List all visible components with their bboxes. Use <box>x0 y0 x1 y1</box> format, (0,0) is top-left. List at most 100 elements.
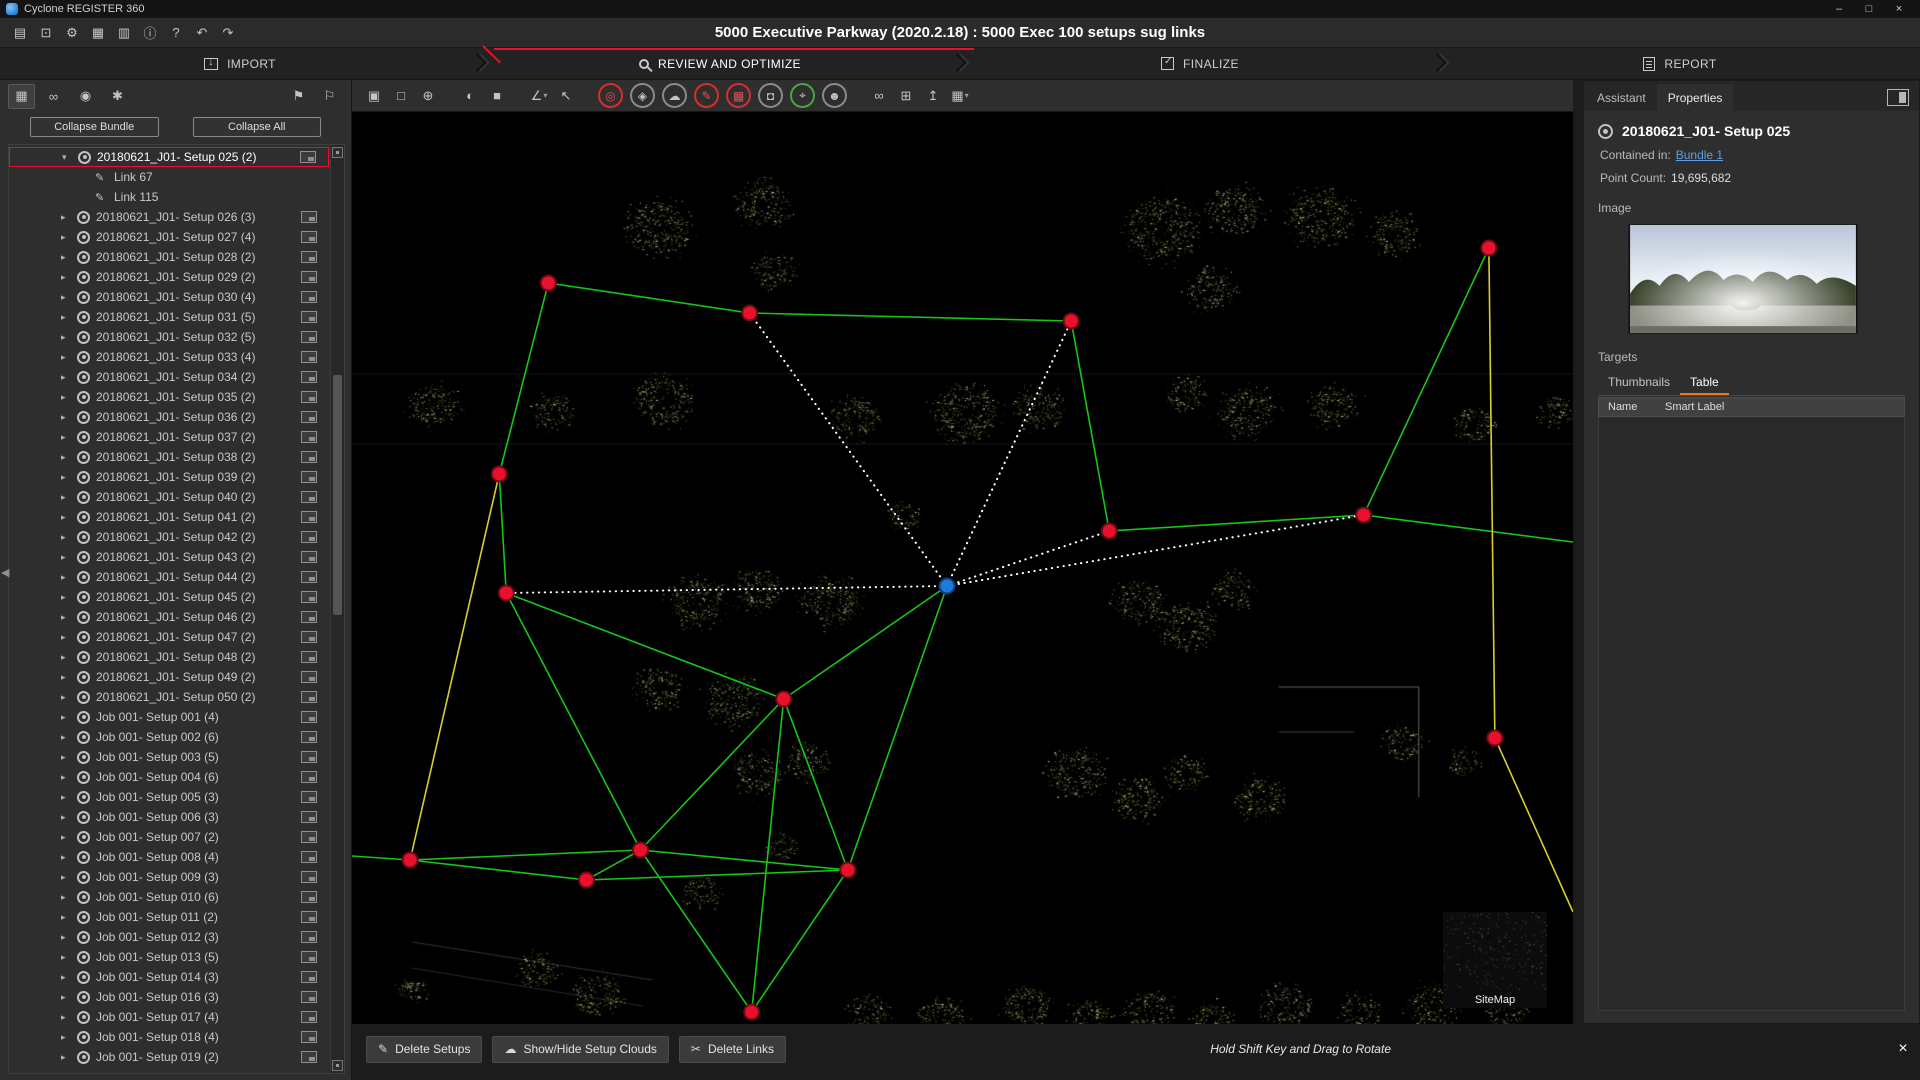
tree-row[interactable]: ▸Job 001- Setup 001 (4) <box>9 707 329 727</box>
registered-link-line[interactable] <box>1364 248 1489 515</box>
setup-thumbnail-icon[interactable] <box>301 511 317 523</box>
tree-row[interactable]: ▸Job 001- Setup 005 (3) <box>9 787 329 807</box>
tree-row[interactable]: ▸Job 001- Setup 007 (2) <box>9 827 329 847</box>
tree-row[interactable]: ▸Job 001- Setup 014 (3) <box>9 967 329 987</box>
tree-row[interactable]: ▸20180621_J01- Setup 039 (2) <box>9 467 329 487</box>
print-report-icon[interactable]: ▥ <box>112 21 136 45</box>
tree-expander-icon[interactable]: ▸ <box>61 912 75 923</box>
settings-gear-icon[interactable]: ⚙ <box>60 21 84 45</box>
setup-thumbnail-icon[interactable] <box>301 411 317 423</box>
tree-row[interactable]: ▸20180621_J01- Setup 047 (2) <box>9 627 329 647</box>
registered-link-line[interactable] <box>1071 321 1109 531</box>
setup-node[interactable] <box>1481 241 1496 256</box>
setup-thumbnail-icon[interactable] <box>301 831 317 843</box>
tree-expander-icon[interactable]: ▸ <box>61 712 75 723</box>
tree-expander-icon[interactable]: ▸ <box>61 512 75 523</box>
flag-on-icon[interactable]: ⚑ <box>285 84 312 109</box>
tree-scrollbar[interactable] <box>330 145 344 1073</box>
copy-view-icon[interactable]: ▣ <box>362 84 386 108</box>
collapse-bundle-button[interactable]: Collapse Bundle <box>30 117 159 137</box>
scrollbar-thumb[interactable] <box>333 375 342 615</box>
tree-row[interactable]: ▸20180621_J01- Setup 027 (4) <box>9 227 329 247</box>
info-icon[interactable]: ⓘ <box>138 21 162 45</box>
new-project-icon[interactable]: ▤ <box>8 21 32 45</box>
registered-link-line[interactable] <box>640 699 783 850</box>
tree-expander-icon[interactable]: ▸ <box>61 952 75 963</box>
setup-thumbnail-icon[interactable] <box>301 471 317 483</box>
setup-node[interactable] <box>1356 508 1371 523</box>
tree-row[interactable]: ▸Job 001- Setup 003 (5) <box>9 747 329 767</box>
tree-expander-icon[interactable]: ▸ <box>61 632 75 643</box>
tree-expander-icon[interactable]: ▸ <box>61 932 75 943</box>
setup-thumbnail-icon[interactable] <box>301 811 317 823</box>
setup-node[interactable] <box>1487 731 1502 746</box>
selected-setup-node[interactable] <box>939 579 954 594</box>
tree-row[interactable]: ▸20180621_J01- Setup 032 (5) <box>9 327 329 347</box>
tree-expander-icon[interactable]: ▸ <box>61 272 75 283</box>
sites-tab[interactable]: ◉ <box>72 84 99 109</box>
tree-row[interactable]: ▸20180621_J01- Setup 048 (2) <box>9 647 329 667</box>
tree-row[interactable]: ▸Job 001- Setup 018 (4) <box>9 1027 329 1047</box>
flag-off-icon[interactable]: ⚐ <box>316 84 343 109</box>
setup-thumbnail-icon[interactable] <box>301 331 317 343</box>
tree-expander-icon[interactable]: ▸ <box>61 972 75 983</box>
tree-expander-icon[interactable]: ▸ <box>61 792 75 803</box>
tree-row[interactable]: ▸Job 001- Setup 012 (3) <box>9 927 329 947</box>
tree-expander-icon[interactable]: ▸ <box>61 1012 75 1023</box>
setup-thumbnail-icon[interactable] <box>301 731 317 743</box>
tree-expander-icon[interactable]: ▸ <box>61 372 75 383</box>
tree-row[interactable]: ▸Job 001- Setup 002 (6) <box>9 727 329 747</box>
setup-thumbnail-icon[interactable] <box>301 211 317 223</box>
tree-row[interactable]: ▸20180621_J01- Setup 044 (2) <box>9 567 329 587</box>
tree-expander-icon[interactable]: ▸ <box>61 332 75 343</box>
setup-panorama-image[interactable] <box>1628 224 1858 334</box>
setup-thumbnail-icon[interactable] <box>301 1011 317 1023</box>
fill-display-icon[interactable]: ■ <box>485 84 509 108</box>
tree-row[interactable]: ▸Job 001- Setup 010 (6) <box>9 887 329 907</box>
tree-expander-icon[interactable]: ▸ <box>61 672 75 683</box>
setup-thumbnail-icon[interactable] <box>301 651 317 663</box>
tree-row[interactable]: ▸20180621_J01- Setup 046 (2) <box>9 607 329 627</box>
tree-row[interactable]: ▾20180621_J01- Setup 025 (2) <box>9 147 329 167</box>
tree-expander-icon[interactable]: ▸ <box>61 612 75 623</box>
tree-expander-icon[interactable]: ▸ <box>61 1052 75 1063</box>
tree-expander-icon[interactable]: ▸ <box>61 892 75 903</box>
tree-expander-icon[interactable]: ▸ <box>61 412 75 423</box>
setup-node[interactable] <box>403 853 418 868</box>
registered-link-line[interactable] <box>784 699 848 870</box>
registered-link-line[interactable] <box>499 474 506 593</box>
show-hide-setup-clouds-button[interactable]: ☁Show/Hide Setup Clouds <box>492 1036 668 1063</box>
tree-row[interactable]: ▸20180621_J01- Setup 035 (2) <box>9 387 329 407</box>
registered-link-line[interactable] <box>410 860 586 880</box>
sitemap-inset[interactable]: SiteMap <box>1443 912 1547 1008</box>
workflow-step-import[interactable]: IMPORT <box>0 48 480 79</box>
tree-row[interactable]: ▸Job 001- Setup 017 (4) <box>9 1007 329 1027</box>
setup-node[interactable] <box>579 873 594 888</box>
tree-row[interactable]: ▸20180621_J01- Setup 045 (2) <box>9 587 329 607</box>
suggested-link-line[interactable] <box>506 586 947 593</box>
setup-thumbnail-icon[interactable] <box>301 611 317 623</box>
suggested-link-line[interactable] <box>947 321 1071 586</box>
registered-link-line[interactable] <box>848 586 947 870</box>
registered-link-line[interactable] <box>1109 515 1363 531</box>
tree-row[interactable]: ▸Job 001- Setup 006 (3) <box>9 807 329 827</box>
add-tag-icon[interactable]: ◈ <box>638 89 647 103</box>
auto-link-icon[interactable]: ∞ <box>867 84 891 108</box>
tree-expander-icon[interactable]: ▸ <box>61 592 75 603</box>
setup-thumbnail-icon[interactable] <box>300 151 316 163</box>
links-tab[interactable]: ∞ <box>40 84 67 109</box>
tree-expander-icon[interactable]: ▸ <box>61 232 75 243</box>
setup-thumbnail-icon[interactable] <box>301 311 317 323</box>
tree-expander-icon[interactable]: ▸ <box>61 852 75 863</box>
project-tree-tab[interactable]: ▦ <box>8 84 35 109</box>
delete-setups-button[interactable]: ✎Delete Setups <box>366 1036 482 1063</box>
tree-link-row[interactable]: ✎Link 115 <box>9 187 329 207</box>
tree-row[interactable]: ▸Job 001- Setup 008 (4) <box>9 847 329 867</box>
tree-expander-icon[interactable]: ▸ <box>61 552 75 563</box>
redo-icon[interactable]: ↷ <box>216 21 240 45</box>
setup-thumbnail-icon[interactable] <box>301 711 317 723</box>
tree-row[interactable]: ▸Job 001- Setup 019 (2) <box>9 1047 329 1067</box>
registered-link-line[interactable] <box>410 474 499 860</box>
registered-link-line[interactable] <box>499 283 548 474</box>
tree-expander-icon[interactable]: ▸ <box>61 292 75 303</box>
